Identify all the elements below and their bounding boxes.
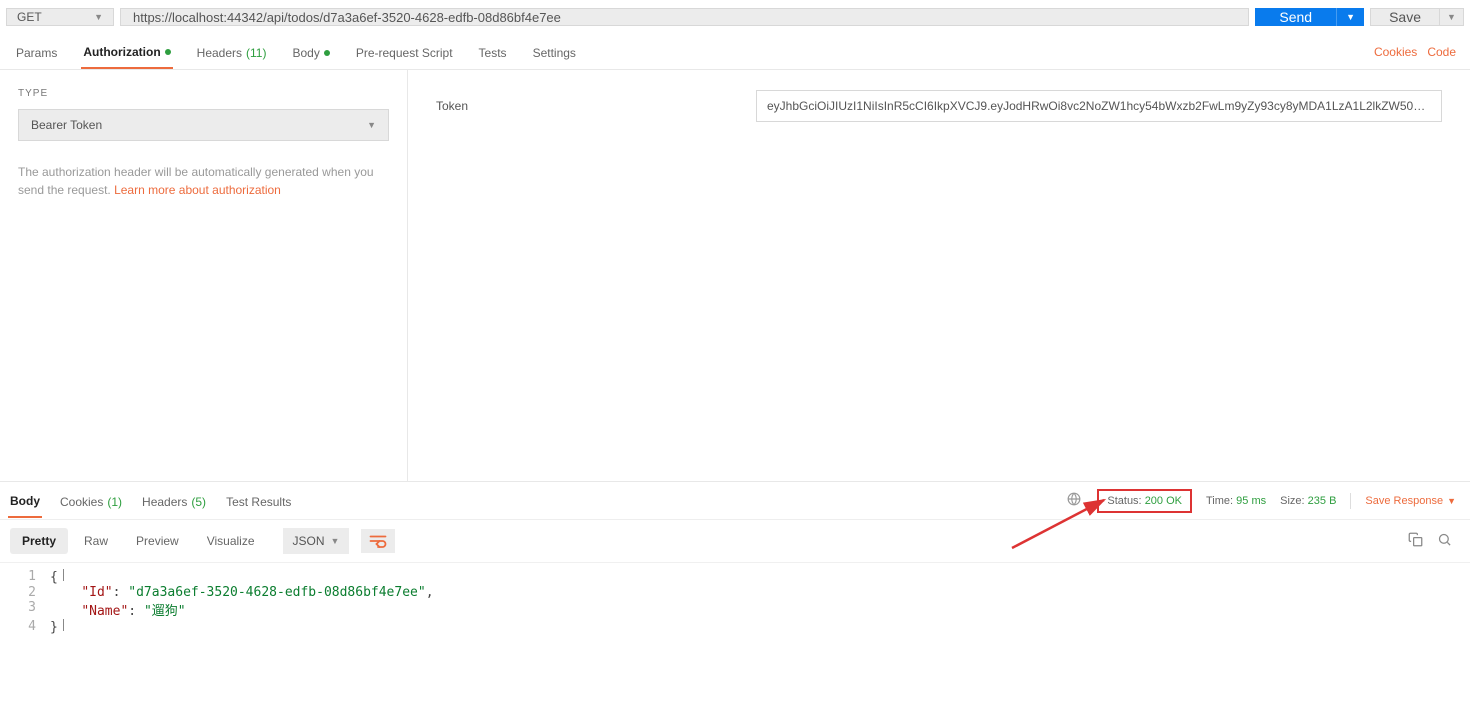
line-number: 1 — [0, 569, 50, 585]
status-dot-icon — [324, 50, 330, 56]
method-select[interactable]: GET ▼ — [6, 8, 114, 26]
body-view-preview[interactable]: Preview — [124, 528, 191, 554]
body-format-select[interactable]: JSON ▼ — [283, 528, 350, 554]
response-tab-test-results[interactable]: Test Results — [224, 484, 293, 518]
tab-authorization[interactable]: Authorization — [81, 35, 172, 69]
divider — [1350, 493, 1351, 509]
save-options-button[interactable]: ▼ — [1440, 8, 1464, 26]
token-label: Token — [436, 99, 756, 113]
status-badge: Status: 200 OK — [1097, 489, 1192, 513]
size-value: 235 B — [1308, 495, 1337, 507]
size-label: Size: — [1280, 495, 1304, 507]
chevron-down-icon: ▼ — [94, 12, 103, 22]
auth-type-label: TYPE — [18, 88, 389, 99]
time-meta: Time: 95 ms — [1206, 495, 1266, 507]
cursor — [57, 619, 64, 631]
auth-type-value: Bearer Token — [31, 118, 102, 132]
tab-tests[interactable]: Tests — [477, 35, 509, 69]
code-link[interactable]: Code — [1427, 45, 1456, 59]
time-label: Time: — [1206, 495, 1233, 507]
body-format-label: JSON — [293, 534, 325, 548]
tab-body-label: Body — [292, 46, 319, 60]
line-number: 3 — [0, 600, 50, 619]
json-key: "Name" — [81, 604, 128, 619]
json-value: "遛狗" — [144, 604, 186, 619]
json-key: "Id" — [81, 585, 112, 600]
body-view-raw[interactable]: Raw — [72, 528, 120, 554]
send-options-button[interactable]: ▼ — [1336, 8, 1364, 26]
chevron-down-icon: ▼ — [331, 536, 340, 546]
token-input[interactable] — [756, 90, 1442, 122]
tab-headers[interactable]: Headers (11) — [195, 35, 269, 69]
search-icon[interactable] — [1437, 532, 1452, 551]
auth-type-select[interactable]: Bearer Token ▼ — [18, 109, 389, 141]
body-view-pretty[interactable]: Pretty — [10, 528, 68, 554]
time-value: 95 ms — [1236, 495, 1266, 507]
line-number: 2 — [0, 585, 50, 600]
wrap-lines-button[interactable] — [361, 529, 395, 553]
learn-more-link[interactable]: Learn more about authorization — [114, 183, 281, 197]
chevron-down-icon: ▼ — [367, 120, 376, 130]
save-response-button[interactable]: Save Response ▼ — [1365, 495, 1464, 507]
response-tab-body[interactable]: Body — [8, 484, 42, 518]
chevron-down-icon: ▼ — [1447, 496, 1456, 506]
response-tab-headers[interactable]: Headers (5) — [140, 484, 208, 518]
response-tab-headers-count: (5) — [191, 495, 206, 509]
globe-icon[interactable] — [1067, 492, 1081, 509]
tab-headers-label: Headers — [197, 46, 242, 60]
line-number: 4 — [0, 619, 50, 635]
copy-icon[interactable] — [1408, 532, 1423, 551]
auth-description: The authorization header will be automat… — [18, 163, 389, 199]
status-value: 200 OK — [1145, 495, 1182, 507]
response-tab-headers-label: Headers — [142, 495, 187, 509]
status-dot-icon — [165, 49, 171, 55]
url-input[interactable] — [120, 8, 1249, 26]
body-view-visualize[interactable]: Visualize — [195, 528, 267, 554]
response-tab-cookies-label: Cookies — [60, 495, 103, 509]
response-tab-cookies-count: (1) — [107, 495, 122, 509]
json-value: "d7a3a6ef-3520-4628-edfb-08d86bf4e7ee" — [128, 585, 425, 600]
tab-headers-count: (11) — [246, 46, 266, 60]
size-meta: Size: 235 B — [1280, 495, 1336, 507]
response-body[interactable]: 1 { 2 "Id": "d7a3a6ef-3520-4628-edfb-08d… — [0, 563, 1470, 641]
tab-authorization-label: Authorization — [83, 45, 160, 59]
send-button[interactable]: Send — [1255, 8, 1336, 26]
status-label: Status: — [1107, 495, 1141, 507]
tab-settings[interactable]: Settings — [531, 35, 578, 69]
save-response-label: Save Response — [1365, 495, 1443, 507]
tab-prerequest[interactable]: Pre-request Script — [354, 35, 455, 69]
cursor — [57, 569, 64, 581]
response-tab-cookies[interactable]: Cookies (1) — [58, 484, 124, 518]
cookies-link[interactable]: Cookies — [1374, 45, 1417, 59]
save-button[interactable]: Save — [1370, 8, 1440, 26]
method-label: GET — [17, 10, 42, 24]
tab-body[interactable]: Body — [290, 35, 331, 69]
tab-params[interactable]: Params — [14, 35, 59, 69]
